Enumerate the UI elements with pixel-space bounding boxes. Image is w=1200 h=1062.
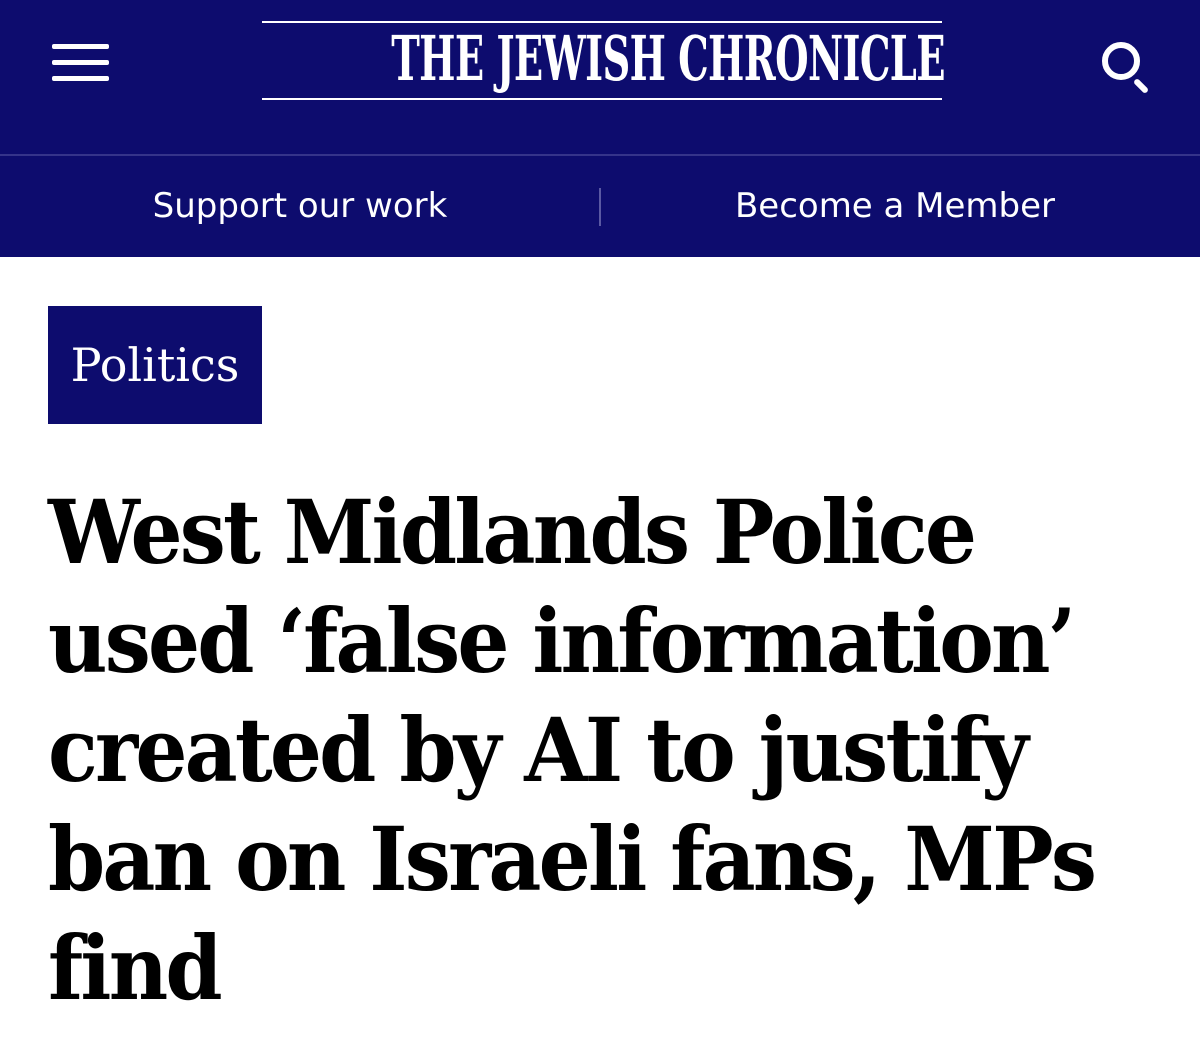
sub-navigation: Support our work Become a Member (0, 156, 1200, 257)
masthead-rule-bottom (262, 98, 942, 100)
search-button[interactable] (1092, 30, 1162, 100)
masthead-title: THE JEWISH CHRONICLE (391, 22, 945, 95)
menu-button[interactable] (40, 30, 122, 100)
headline-line: find (48, 916, 223, 1020)
site-logo[interactable]: THE JEWISH CHRONICLE (262, 18, 946, 102)
site-header: THE JEWISH CHRONICLE (0, 0, 1200, 154)
article-headline: West Midlands Police used ‘false informa… (48, 478, 1188, 1023)
category-badge[interactable]: Politics (48, 306, 262, 424)
headline-line: ban on Israeli fans, MPs (48, 807, 1097, 911)
headline-line: created by AI to justify (48, 698, 1029, 802)
become-a-member-link[interactable]: Become a Member (600, 156, 1190, 257)
headline-line: West Midlands Police (48, 480, 977, 584)
headline-line: used ‘false information’ (48, 589, 1076, 693)
support-our-work-link[interactable]: Support our work (0, 156, 600, 257)
